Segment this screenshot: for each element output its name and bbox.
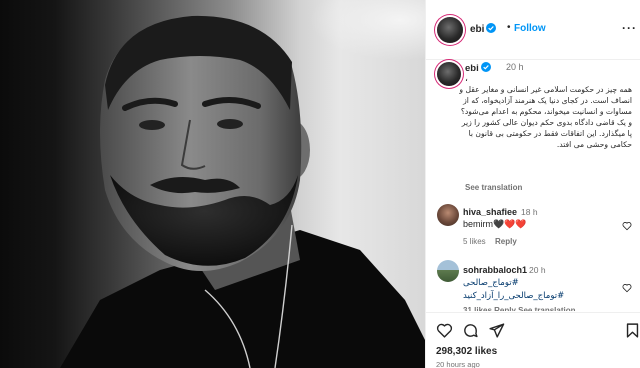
comment-reply-button[interactable]: Reply: [495, 237, 517, 246]
comment-avatar[interactable]: [437, 204, 459, 226]
post-side-panel: ebi • Follow ··· ebi 20 h ، همه چیز در ح…: [425, 0, 640, 368]
likes-count[interactable]: 298,302 likes: [436, 346, 497, 357]
heart-icon[interactable]: [436, 322, 453, 339]
caption-mark: ،: [465, 73, 468, 83]
author-avatar[interactable]: [437, 17, 463, 43]
caption-timestamp: 20 h: [506, 62, 524, 72]
post-timestamp: 20 hours ago: [436, 360, 480, 368]
caption-username[interactable]: ebi: [465, 62, 491, 74]
comment-heart-icon[interactable]: [622, 221, 632, 231]
verified-badge-icon: [486, 23, 497, 33]
separator-dot: •: [507, 22, 511, 33]
comment-username[interactable]: sohrabbaloch1: [463, 265, 527, 275]
caption-text: همه چیز در حکومت اسلامی غیر انسانی و مغا…: [459, 85, 632, 150]
comment-avatar[interactable]: [437, 260, 459, 282]
post-header: ebi • Follow ···: [426, 0, 640, 60]
author-username[interactable]: ebi: [470, 23, 497, 35]
bookmark-icon[interactable]: [624, 322, 640, 339]
comment-likes[interactable]: 5 likes: [463, 237, 486, 246]
comment-text: bemirm🖤❤️❤️: [463, 219, 527, 229]
portrait-image: [60, 15, 425, 368]
hashtag-link[interactable]: #توماج_صالحی_را_آزاد_کنید: [463, 291, 564, 301]
comment-timestamp: 20 h: [529, 265, 546, 275]
share-icon[interactable]: [488, 322, 505, 339]
author-username-text[interactable]: ebi: [470, 24, 484, 35]
comment-icon[interactable]: [462, 322, 479, 339]
see-translation-link[interactable]: See translation: [465, 183, 522, 192]
caption-avatar[interactable]: [437, 62, 461, 86]
hashtag-link[interactable]: #توماج_صالحی: [463, 278, 519, 288]
comment-timestamp: 18 h: [521, 207, 538, 217]
comment-heart-icon[interactable]: [622, 283, 632, 293]
post-photo[interactable]: [0, 0, 425, 368]
follow-button[interactable]: Follow: [514, 23, 546, 34]
post-actions-bar: 298,302 likes 20 hours ago: [426, 312, 640, 368]
more-icon[interactable]: ···: [622, 21, 637, 35]
comment-username[interactable]: hiva_shafiee: [463, 207, 517, 217]
verified-badge-icon: [480, 62, 491, 72]
comment-meta: 31 likes Reply See translation: [463, 306, 576, 311]
